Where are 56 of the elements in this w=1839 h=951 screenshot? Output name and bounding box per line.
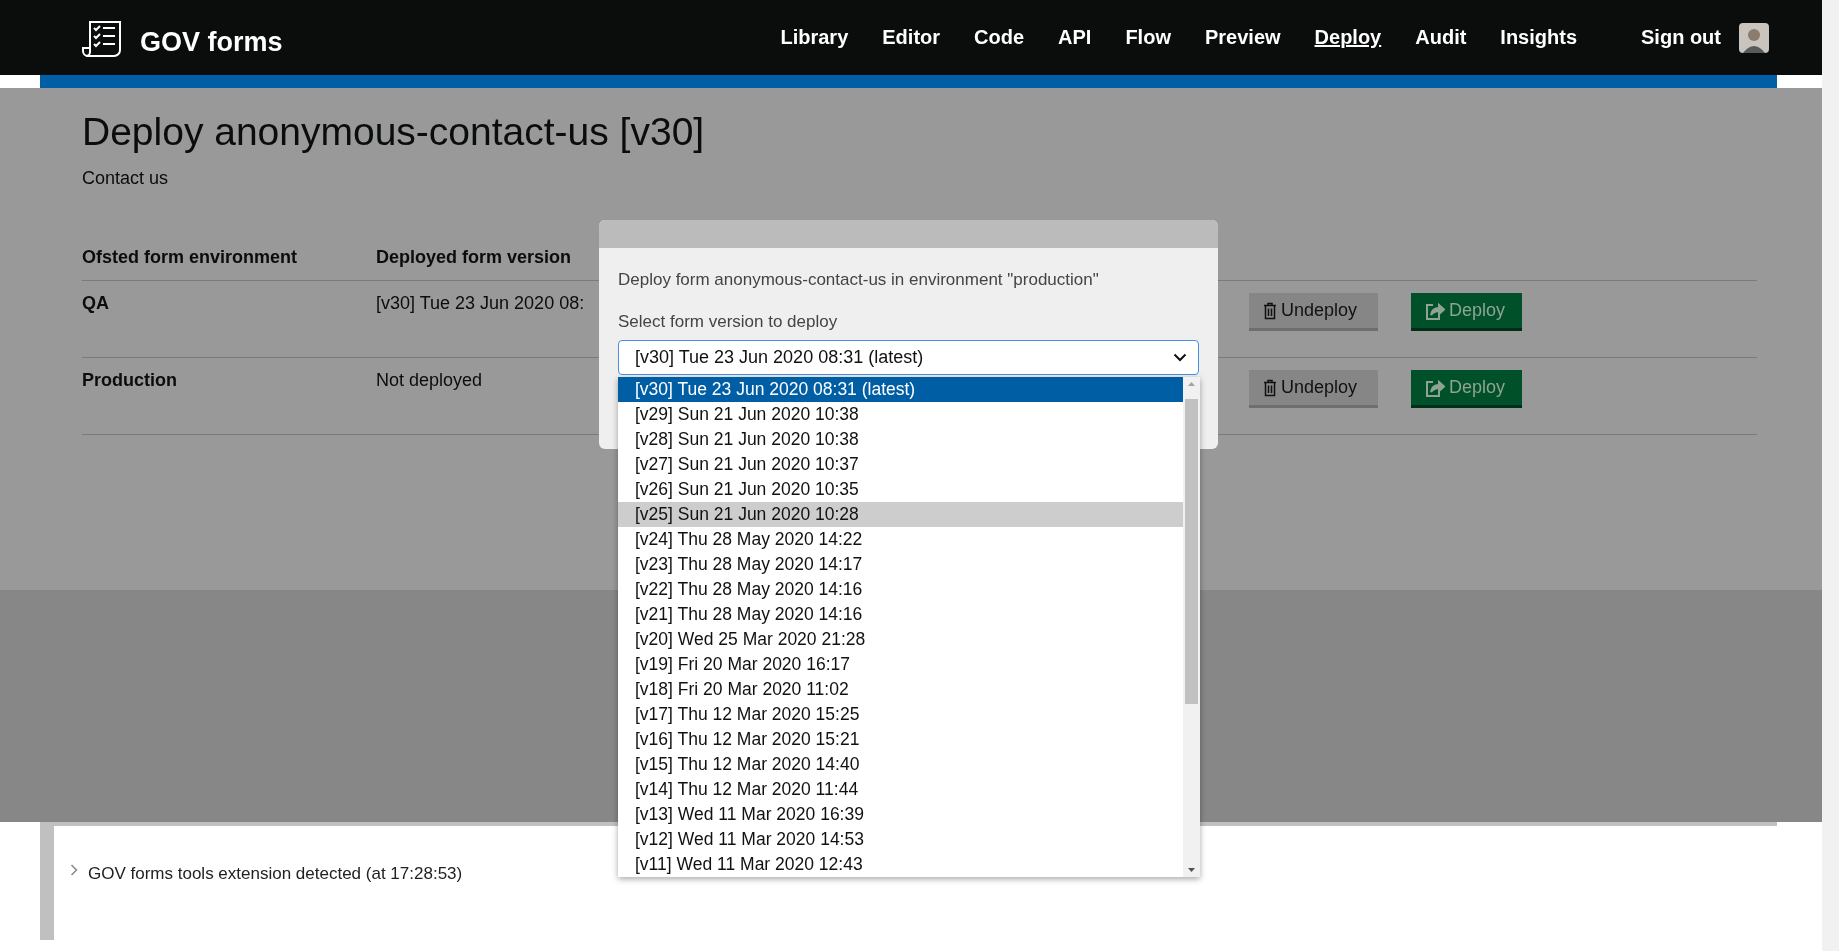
deploy-button[interactable]: Deploy [1411,370,1522,408]
trash-icon [1263,378,1277,397]
undeploy-button[interactable]: Undeploy [1249,293,1378,331]
version-option[interactable]: [v16] Thu 12 Mar 2020 15:21 [618,727,1183,752]
version-option[interactable]: [v29] Sun 21 Jun 2020 10:38 [618,402,1183,427]
column-header: Deployed form version [376,247,572,268]
version-option[interactable]: [v22] Thu 28 May 2020 14:16 [618,577,1183,602]
nav-link[interactable]: Editor [882,26,941,49]
app-title[interactable]: GOV forms [140,27,283,58]
deployed-version: [v30] Tue 23 Jun 2020 08: [376,293,585,314]
chevron-down-icon [1173,353,1187,362]
log-message: GOV forms tools extension detected (at 17:28:53) [88,864,463,884]
expand-caret-icon[interactable] [70,864,78,876]
dialog-message: Deploy form anonymous-contact-us in environment "production" [618,270,1100,290]
nav-link[interactable]: Insights [1500,26,1577,49]
sign-out-link[interactable]: Sign out [1641,26,1721,49]
page-subtitle: Contact us [82,168,170,189]
trash-icon [1263,301,1277,320]
select-label: Select form version to deploy [618,312,839,332]
version-option[interactable]: [v19] Fri 20 Mar 2020 16:17 [618,652,1183,677]
version-option[interactable]: [v21] Thu 28 May 2020 14:16 [618,602,1183,627]
share-icon [1425,301,1445,320]
share-icon [1425,378,1445,397]
undeploy-button[interactable]: Undeploy [1249,370,1378,408]
page-scrollbar[interactable] [1822,0,1839,951]
version-option[interactable]: [v12] Wed 11 Mar 2020 14:53 [618,827,1183,852]
deployed-version: Not deployed [376,370,483,391]
environment-name: Production [82,370,178,391]
page-title: Deploy anonymous-contact-us [v30] [82,109,706,154]
version-option[interactable]: [v23] Thu 28 May 2020 14:17 [618,552,1183,577]
environment-name: QA [82,293,110,314]
version-option[interactable]: [v27] Sun 21 Jun 2020 10:37 [618,452,1183,477]
deploy-button[interactable]: Deploy [1411,293,1522,331]
nav-link[interactable]: Deploy [1314,26,1382,49]
version-option[interactable]: [v15] Thu 12 Mar 2020 14:40 [618,752,1183,777]
nav-link[interactable]: Library [780,26,849,49]
list-scrollbar[interactable] [1183,377,1200,877]
version-select[interactable]: [v30] Tue 23 Jun 2020 08:31 (latest) [618,340,1199,375]
nav-link[interactable]: API [1058,26,1092,49]
version-option[interactable]: [v14] Thu 12 Mar 2020 11:44 [618,777,1183,802]
version-option[interactable]: [v28] Sun 21 Jun 2020 10:38 [618,427,1183,452]
nav-link[interactable]: Code [974,26,1025,49]
nav-link[interactable]: Audit [1415,26,1467,49]
version-option[interactable]: [v24] Thu 28 May 2020 14:22 [618,527,1183,552]
version-option[interactable]: [v20] Wed 25 Mar 2020 21:28 [618,627,1183,652]
version-option[interactable]: [v30] Tue 23 Jun 2020 08:31 (latest) [618,377,1183,402]
version-option[interactable]: [v25] Sun 21 Jun 2020 10:28 [618,502,1183,527]
version-option[interactable]: [v26] Sun 21 Jun 2020 10:35 [618,477,1183,502]
version-option[interactable]: [v17] Thu 12 Mar 2020 15:25 [618,702,1183,727]
column-header: Ofsted form environment [82,247,299,268]
version-option[interactable]: [v18] Fri 20 Mar 2020 11:02 [618,677,1183,702]
nav-link[interactable]: Preview [1204,26,1281,49]
version-option[interactable]: [v11] Wed 11 Mar 2020 12:43 [618,852,1183,877]
avatar-icon[interactable] [1739,22,1769,53]
version-option[interactable]: [v13] Wed 11 Mar 2020 16:39 [618,802,1183,827]
nav-link[interactable]: Flow [1125,26,1171,49]
